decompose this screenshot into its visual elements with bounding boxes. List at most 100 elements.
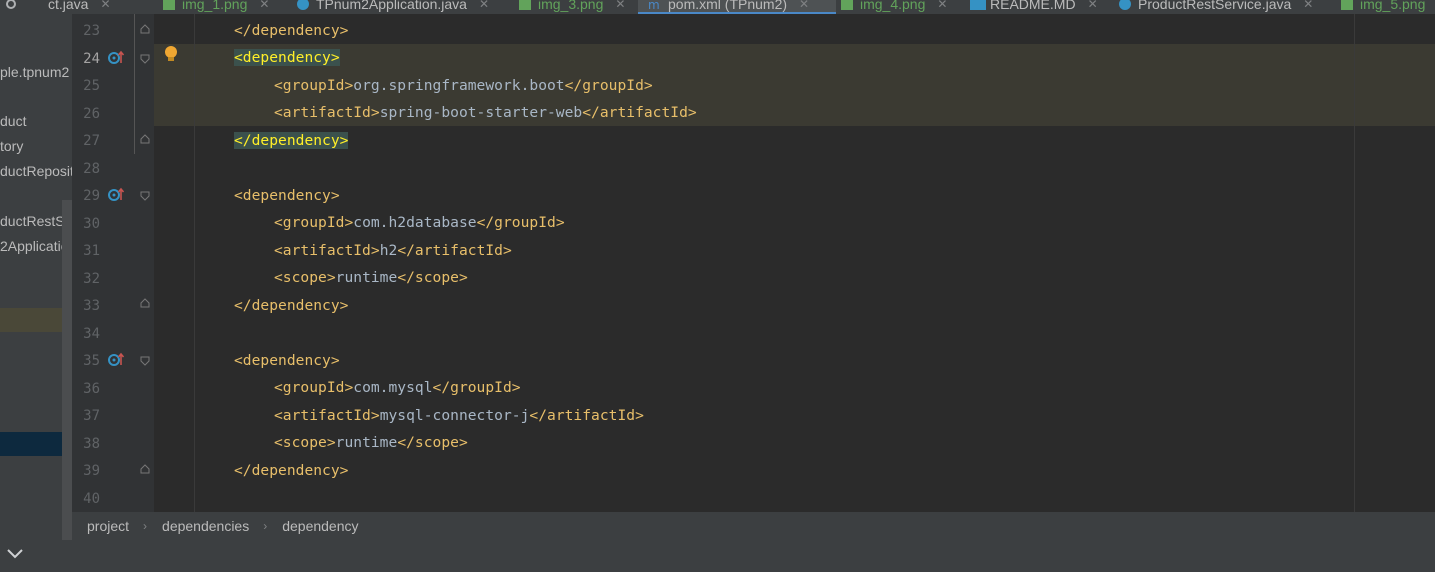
fold-end-icon[interactable]: [140, 134, 150, 144]
line-number: 24: [83, 50, 100, 67]
editor-gutter: 23 24 25 26 27 28 29 30 31 32 33 34 35 36 37 38 39 40: [72, 14, 154, 512]
tab-label: ProductRestService.java: [1138, 0, 1292, 12]
code-line-27: </dependency>: [234, 132, 349, 149]
close-icon[interactable]: ✕: [615, 0, 625, 11]
code-line-26: <artifactId>spring-boot-starter-web</art…: [274, 104, 697, 121]
gutter-change-marker: [134, 14, 135, 154]
fold-end-icon[interactable]: [140, 464, 150, 474]
tab-tpnum2-application[interactable]: TPnum2Application.java ✕: [296, 0, 489, 14]
maven-icon: m: [648, 0, 662, 12]
chevron-down-icon[interactable]: [6, 548, 24, 560]
code-line-33: </dependency>: [234, 297, 349, 314]
line-number: 27: [83, 133, 100, 149]
line-number: 26: [83, 105, 100, 122]
line-number: 28: [83, 160, 100, 177]
tab-img-5[interactable]: img_5.png: [1340, 0, 1425, 14]
svg-text:m: m: [648, 0, 660, 11]
tab-product-java[interactable]: ct.java ✕: [48, 0, 111, 14]
editor-tab-bar: ct.java ✕ img_1.png ✕ TPnum2Application.…: [0, 0, 1435, 15]
tab-label: ct.java: [48, 0, 89, 12]
fold-start-icon[interactable]: [140, 191, 150, 201]
code-line-23: </dependency>: [234, 22, 349, 39]
tab-product-rest-service[interactable]: ProductRestService.java ✕: [1118, 0, 1313, 14]
close-icon[interactable]: ✕: [1088, 0, 1098, 11]
code-line-32: <scope>runtime</scope>: [274, 269, 468, 286]
line-number: 40: [83, 490, 100, 507]
code-line-30: <groupId>com.h2database</groupId>: [274, 214, 565, 231]
line-number: 29: [83, 188, 100, 204]
line-number: 31: [83, 243, 100, 259]
close-icon[interactable]: ✕: [799, 0, 809, 11]
lightbulb-icon[interactable]: [164, 45, 178, 63]
line-number: 23: [83, 23, 100, 39]
fold-start-icon[interactable]: [140, 54, 150, 64]
right-margin-guide: [1354, 14, 1355, 512]
code-line-25: <groupId>org.springframework.boot</group…: [274, 77, 653, 94]
chevron-right-icon: ›: [143, 519, 148, 533]
line-number: 38: [83, 435, 100, 452]
fold-end-icon[interactable]: [140, 298, 150, 308]
close-icon[interactable]: ✕: [479, 0, 489, 11]
tab-label: README.MD: [990, 0, 1076, 12]
project-tool-window: ple.tpnum2 duct tory ductReposit ductRes…: [0, 14, 72, 540]
tab-img-4[interactable]: img_4.png ✕: [840, 0, 947, 14]
tree-item-package[interactable]: ple.tpnum2: [0, 62, 69, 82]
code-line-36: <groupId>com.mysql</groupId>: [274, 379, 521, 396]
tree-item-product[interactable]: duct: [0, 111, 26, 131]
code-line-29: <dependency>: [234, 187, 340, 204]
maven-override-icon[interactable]: [106, 49, 126, 65]
bottom-tool-bar: [0, 540, 1435, 572]
line-number: 35: [83, 353, 100, 369]
fold-end-icon[interactable]: [140, 24, 150, 34]
line-number: 34: [83, 325, 100, 342]
breadcrumb-item-dependencies[interactable]: dependencies: [147, 518, 249, 534]
line-number: 39: [83, 463, 100, 479]
tree-item-product-repository[interactable]: ductReposit: [0, 161, 72, 181]
close-icon[interactable]: ✕: [937, 0, 947, 11]
close-icon[interactable]: ✕: [100, 0, 110, 11]
indent-guide: [194, 14, 195, 512]
chevron-right-icon: ›: [263, 519, 268, 533]
image-file-icon: [162, 0, 176, 11]
tab-label: img_5.png: [1360, 0, 1426, 12]
breadcrumb-item-project[interactable]: project: [72, 518, 129, 534]
maven-override-icon[interactable]: [106, 351, 126, 367]
close-icon[interactable]: ✕: [259, 0, 269, 11]
code-line-39: </dependency>: [234, 462, 349, 479]
fold-start-icon[interactable]: [140, 356, 150, 366]
java-class-icon: [296, 0, 310, 11]
image-file-icon: [518, 0, 532, 11]
code-line-31: <artifactId>h2</artifactId>: [274, 242, 512, 259]
tab-label: img_1.png: [182, 0, 248, 12]
settings-gear-icon[interactable]: [4, 0, 18, 14]
code-line-24: <dependency>: [234, 49, 340, 66]
breadcrumb-item-dependency[interactable]: dependency: [267, 518, 358, 534]
panel-scrollbar[interactable]: [62, 200, 72, 540]
tab-readme[interactable]: README.MD ✕: [970, 0, 1098, 14]
line-number: 36: [83, 380, 100, 397]
code-line-38: <scope>runtime</scope>: [274, 434, 468, 451]
tab-pom-xml[interactable]: m pom.xml (TPnum2) ✕: [638, 0, 836, 14]
maven-override-icon[interactable]: [106, 186, 126, 202]
breadcrumb: project › dependencies › dependency: [72, 512, 1435, 540]
line-number: 32: [83, 270, 100, 287]
line-number: 37: [83, 408, 100, 424]
tree-item-application[interactable]: 2Applicatio: [0, 236, 69, 256]
code-line-37: <artifactId>mysql-connector-j</artifactI…: [274, 407, 644, 424]
code-line-35: <dependency>: [234, 352, 340, 369]
markdown-file-icon: [970, 0, 986, 11]
image-file-icon: [840, 0, 854, 11]
image-file-icon: [1340, 0, 1354, 11]
java-class-icon: [1118, 0, 1132, 11]
tab-label: img_4.png: [860, 0, 926, 12]
close-icon[interactable]: ✕: [1303, 0, 1313, 11]
tab-img-3[interactable]: img_3.png ✕: [518, 0, 625, 14]
tab-img-1[interactable]: img_1.png ✕: [162, 0, 269, 14]
tab-label: TPnum2Application.java: [316, 0, 467, 12]
line-number: 30: [83, 215, 100, 232]
code-editor[interactable]: </dependency> <dependency> <groupId>org.…: [154, 14, 1435, 512]
tree-item-repository[interactable]: tory: [0, 136, 23, 156]
line-number: 25: [83, 78, 100, 94]
tab-label: pom.xml (TPnum2): [668, 0, 788, 12]
line-number: 33: [83, 298, 100, 314]
